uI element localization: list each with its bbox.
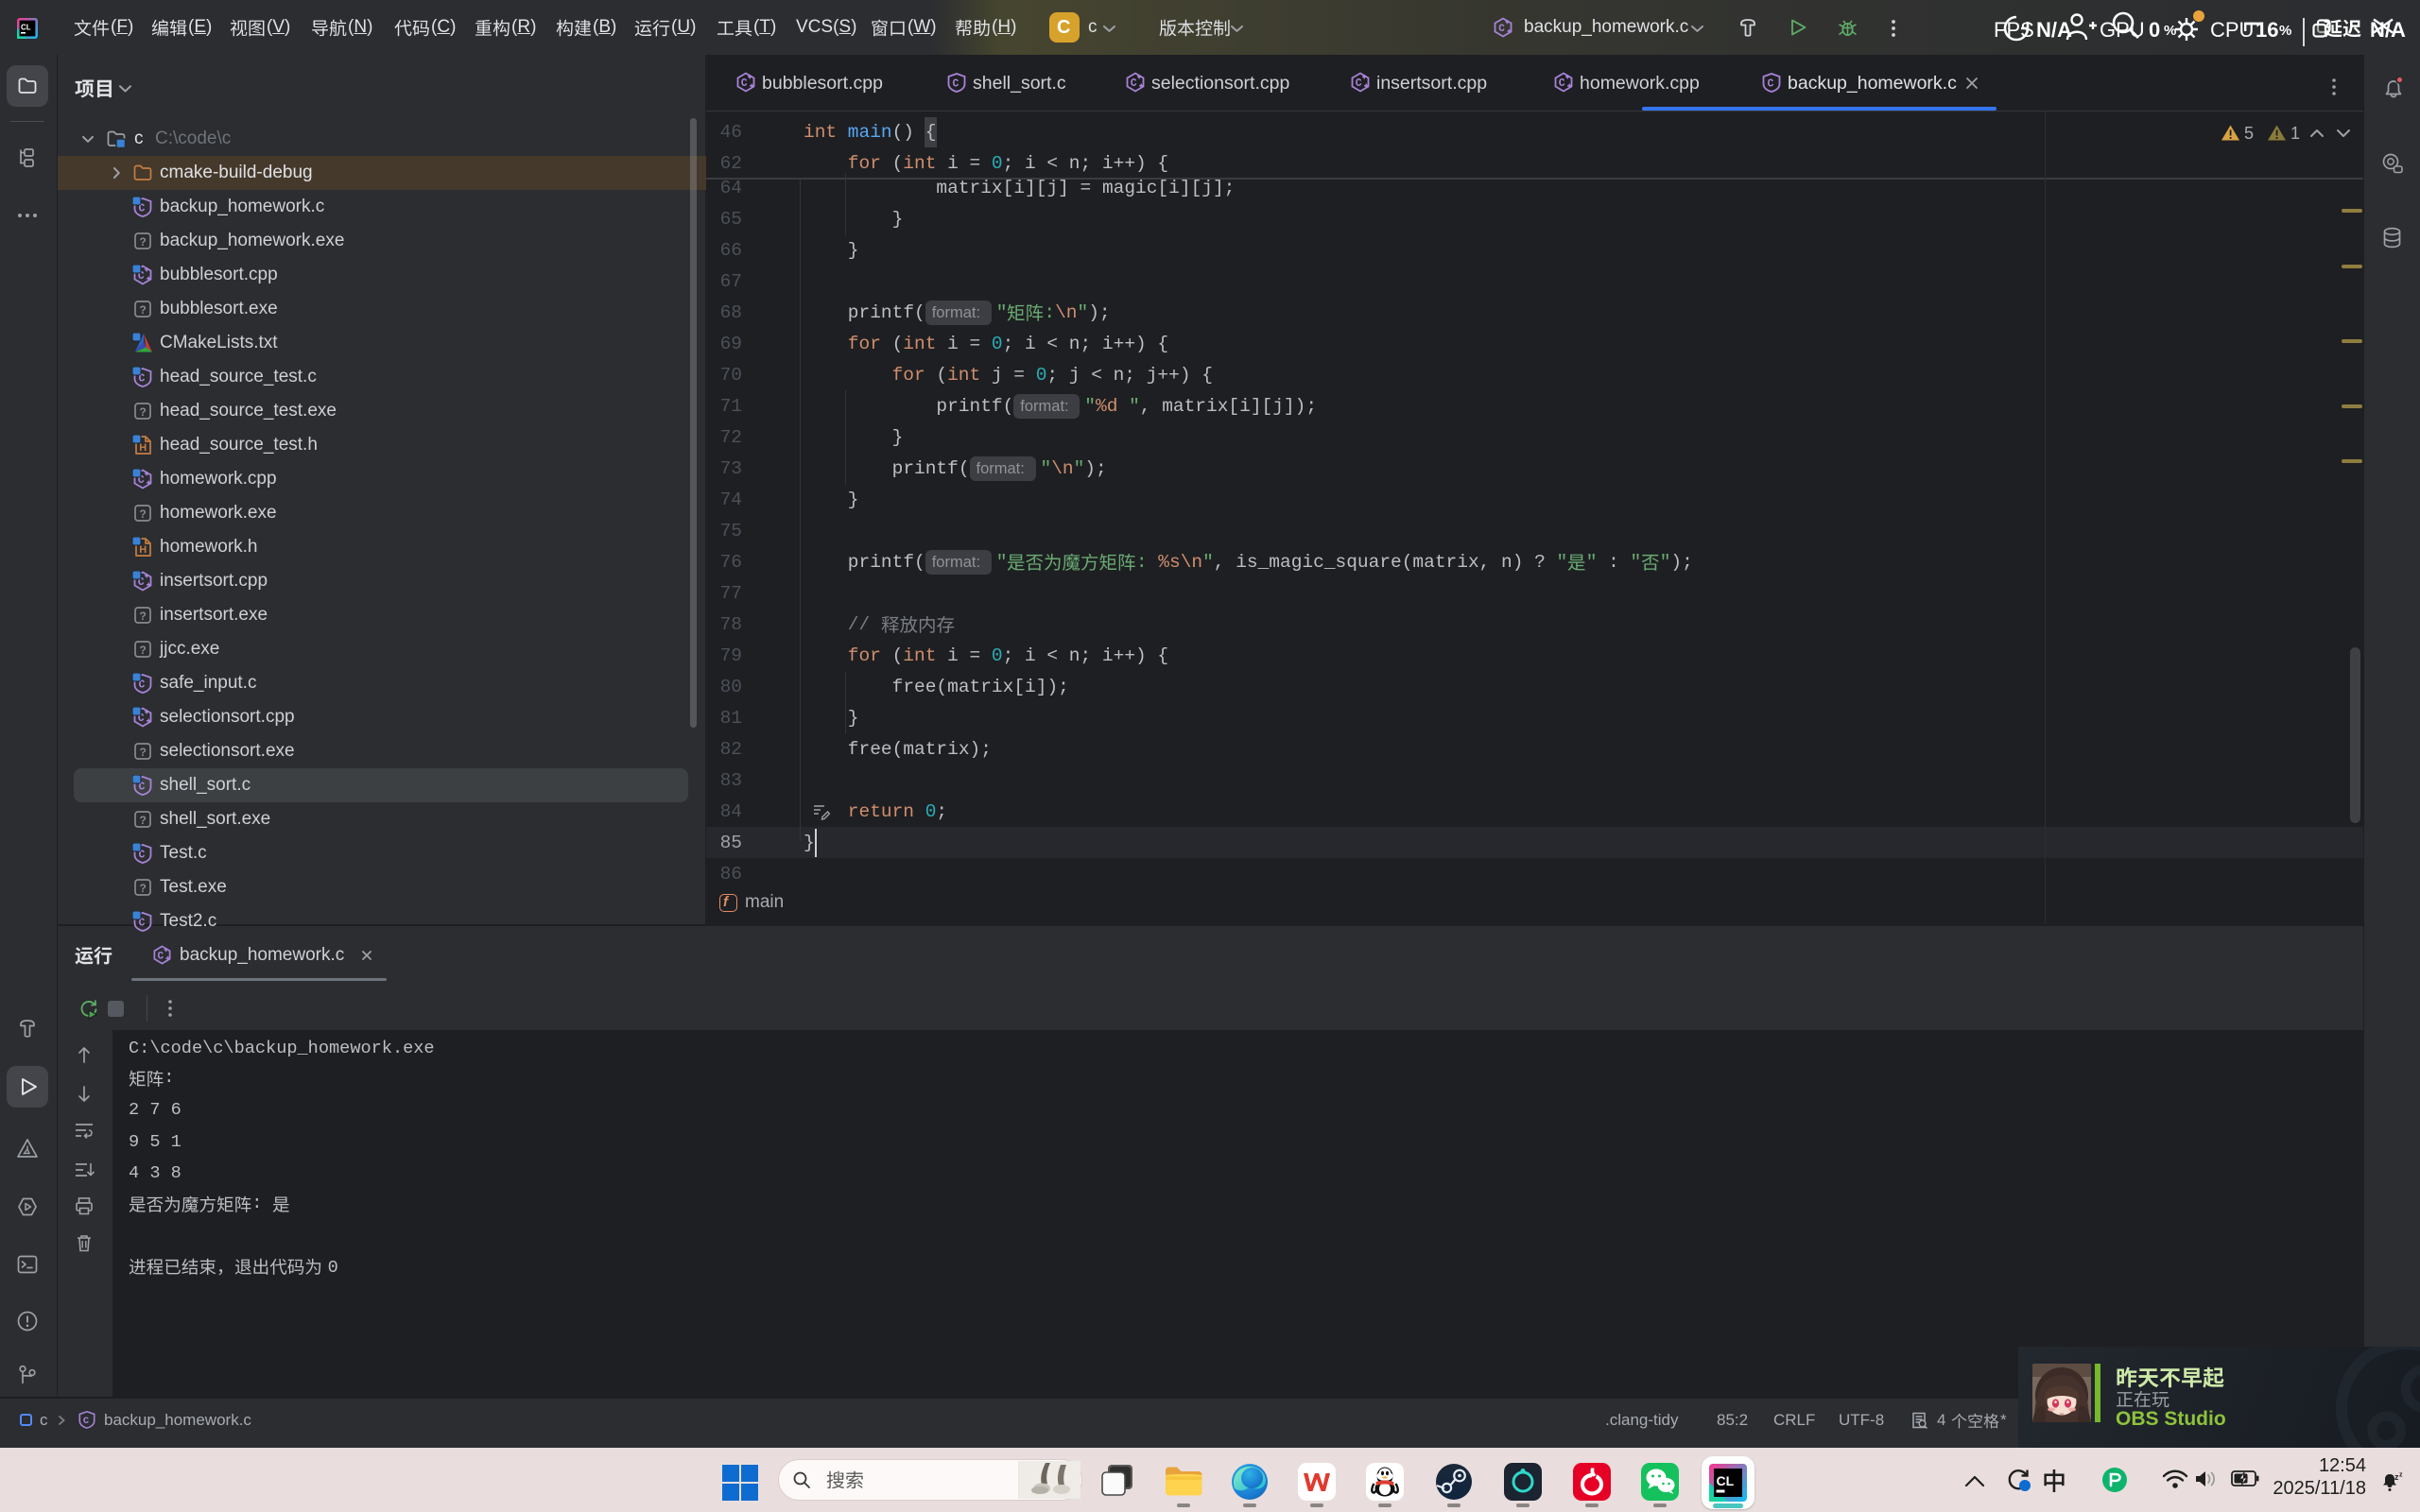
svg-text:C: C	[953, 78, 959, 91]
svg-text:C: C	[741, 77, 748, 90]
svg-text:C: C	[1768, 78, 1774, 91]
svg-text:C: C	[1131, 77, 1137, 90]
svg-text:z: z	[2399, 1472, 2403, 1479]
svg-text:C: C	[1559, 77, 1565, 90]
svg-text:C: C	[83, 1416, 90, 1427]
svg-text:C: C	[158, 952, 164, 963]
svg-text:CL: CL	[21, 24, 31, 32]
svg-text:C: C	[1498, 24, 1505, 35]
svg-text:C: C	[1356, 77, 1362, 90]
